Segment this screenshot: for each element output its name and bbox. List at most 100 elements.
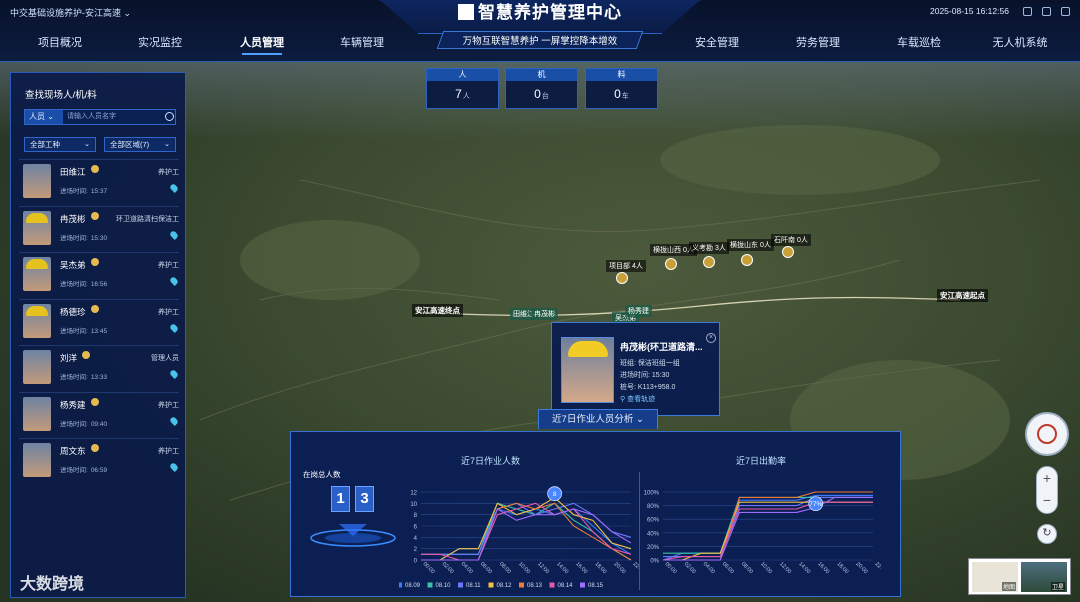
trade-filter-dropdown[interactable]: 全部工种 ⌄ xyxy=(24,137,96,152)
person-map-tag[interactable]: 冉茂彬 xyxy=(531,308,558,320)
series-line-08.12[interactable] xyxy=(663,501,873,561)
nav-item-personnel[interactable]: 人员管理 xyxy=(222,34,302,55)
hub-marker[interactable] xyxy=(703,256,715,268)
search-input[interactable]: 请输入人员名字 xyxy=(67,111,161,123)
watermark-logo: 大数跨境 xyxy=(20,576,85,593)
close-icon[interactable]: × xyxy=(706,333,716,343)
nav-item-drone[interactable]: 无人机系统 xyxy=(980,34,1060,50)
counter-people: 人 7人 xyxy=(426,68,499,109)
entry-time: 进场时间: 13:33 xyxy=(60,374,108,381)
hub-marker[interactable] xyxy=(782,246,794,258)
reset-view-button[interactable]: ↻ xyxy=(1037,524,1057,544)
hub-marker[interactable] xyxy=(665,258,677,270)
person-map-tag[interactable]: 杨秀建 xyxy=(625,305,652,317)
legend-label[interactable]: 08.13 xyxy=(527,583,543,589)
panel-divider xyxy=(639,472,640,590)
legend-label[interactable]: 08.09 xyxy=(405,583,421,589)
personnel-list-item[interactable]: 刘洋 管理人员 进场时间: 13:33 xyxy=(19,345,179,387)
map-label-end[interactable]: 安江高速终点 xyxy=(412,304,463,317)
area-filter-dropdown[interactable]: 全部区域(7) ⌄ xyxy=(104,137,176,152)
avatar xyxy=(23,350,51,384)
legend-label[interactable]: 08.11 xyxy=(466,583,481,589)
hub-marker[interactable] xyxy=(616,272,628,284)
legend-label[interactable]: 08.12 xyxy=(497,583,513,589)
personnel-list-item[interactable]: 杨秀建 养护工 进场时间: 09:40 xyxy=(19,391,179,434)
y-tick-label: 6 xyxy=(414,525,418,531)
entry-time: 进场时间: 15:30 xyxy=(60,234,108,242)
page-title: 智慧养护管理中心 xyxy=(440,0,640,30)
legend-label[interactable]: 08.14 xyxy=(558,583,574,589)
series-line-08.14[interactable] xyxy=(662,501,873,561)
personnel-list-item[interactable]: 吴杰弟 养护工 进场时间: 16:56 xyxy=(19,252,179,294)
nav-item-inspection[interactable]: 车载巡检 xyxy=(879,34,959,50)
locate-icon[interactable] xyxy=(169,462,179,472)
locate-icon[interactable] xyxy=(169,276,179,286)
x-tick-label: 06:00 xyxy=(721,561,735,575)
nav-item-overview[interactable]: 项目概况 xyxy=(20,34,100,50)
x-tick-label: 22:00 xyxy=(632,561,639,575)
y-tick-label: 20% xyxy=(647,545,660,551)
x-tick-label: 10:00 xyxy=(759,561,773,575)
basemap-option-satellite[interactable]: 卫星 xyxy=(1021,562,1067,592)
series-line-08.12[interactable] xyxy=(421,497,632,561)
analysis-toggle-tab[interactable]: 近7日作业人员分析 ⌄ xyxy=(538,409,658,429)
locate-icon[interactable] xyxy=(169,369,179,379)
nav-item-vehicles[interactable]: 车辆管理 xyxy=(322,34,402,50)
page-subtitle: 万物互联智慧养护 一屏掌控降本增效 xyxy=(462,36,618,47)
nav-item-monitoring[interactable]: 实况监控 xyxy=(120,34,200,50)
personnel-list-item[interactable]: 周文东 养护工 进场时间: 06:59 xyxy=(19,438,179,480)
locate-icon[interactable] xyxy=(169,183,179,193)
personnel-list-item[interactable]: 杨德珍 养护工 进场时间: 13:45 xyxy=(19,298,179,341)
locate-icon[interactable] xyxy=(169,322,179,333)
nav-item-safety[interactable]: 安全管理 xyxy=(677,34,757,50)
x-tick-label: 14:00 xyxy=(555,561,569,575)
location-icon: ⚲ xyxy=(620,396,626,403)
x-tick-label: 12:00 xyxy=(536,561,550,575)
entry-time: 进场时间: 15:37 xyxy=(60,188,108,195)
zoom-in-icon[interactable]: + xyxy=(1037,467,1057,489)
legend-swatch xyxy=(458,582,463,588)
search-type-select[interactable]: 人员 ⌄ xyxy=(25,110,63,124)
project-selector[interactable]: 中交基础设施养护-安江高速 ⌄ xyxy=(10,6,131,19)
user-badge-icon xyxy=(91,304,99,313)
user-badge-icon xyxy=(91,165,99,173)
x-tick-label: 20:00 xyxy=(612,561,626,575)
person-name: 杨德珍 xyxy=(60,306,86,317)
legend-swatch xyxy=(580,582,585,588)
basemap-option-map[interactable]: 地图 xyxy=(972,562,1018,592)
logout-icon[interactable] xyxy=(1061,7,1070,16)
map-hub-label[interactable]: 横拢山东 0人 xyxy=(727,239,774,251)
view-track-link[interactable]: ⚲ 查看轨迹 xyxy=(620,394,655,404)
search-icon[interactable] xyxy=(165,112,174,121)
map-hub-label[interactable]: 石阡南 0人 xyxy=(771,234,811,246)
legend-label[interactable]: 08.15 xyxy=(588,583,604,589)
chevron-down-icon: ⌄ xyxy=(635,414,644,425)
map-label-start[interactable]: 安江高速起点 xyxy=(937,289,988,302)
legend-label[interactable]: 08.10 xyxy=(436,583,452,589)
map-hub-label[interactable]: 义考勘 3人 xyxy=(689,242,729,254)
series-line-08.11[interactable] xyxy=(663,496,873,558)
zoom-out-icon[interactable]: − xyxy=(1037,489,1057,511)
personnel-list-item[interactable]: 田维江 养护工 进场时间: 15:37 xyxy=(19,159,179,201)
personnel-list-item[interactable]: 冉茂彬 环卫道路清扫保洁工 进场时间: 15:30 xyxy=(19,205,179,248)
map-hub-label[interactable]: 项目部 4人 xyxy=(606,260,646,272)
y-tick-label: 0% xyxy=(650,559,659,565)
nav-item-labor[interactable]: 劳务管理 xyxy=(778,34,858,50)
x-tick-label: 14:00 xyxy=(797,561,811,575)
hub-marker[interactable] xyxy=(741,254,753,266)
legend-swatch xyxy=(488,582,494,588)
user-badge-icon xyxy=(82,351,90,359)
chart-title-attendance: 近7日出勤率 xyxy=(736,456,787,466)
x-tick-label: 04:00 xyxy=(460,561,474,575)
compass-control[interactable] xyxy=(1025,412,1069,456)
fullscreen-icon[interactable] xyxy=(1023,7,1032,16)
x-tick-label: 02:00 xyxy=(683,561,697,575)
series-line-08.15[interactable] xyxy=(663,496,873,561)
popup-stake: 桩号: K113+958.0 xyxy=(620,384,676,391)
locate-icon[interactable] xyxy=(169,229,179,240)
locate-icon[interactable] xyxy=(169,415,179,426)
panel-title: 查找现场人/机/料 xyxy=(25,90,97,101)
zoom-control[interactable]: + − xyxy=(1036,466,1058,514)
message-icon[interactable] xyxy=(1042,7,1051,16)
popup-person-name: 冉茂彬(环卫道路清... xyxy=(620,342,703,352)
